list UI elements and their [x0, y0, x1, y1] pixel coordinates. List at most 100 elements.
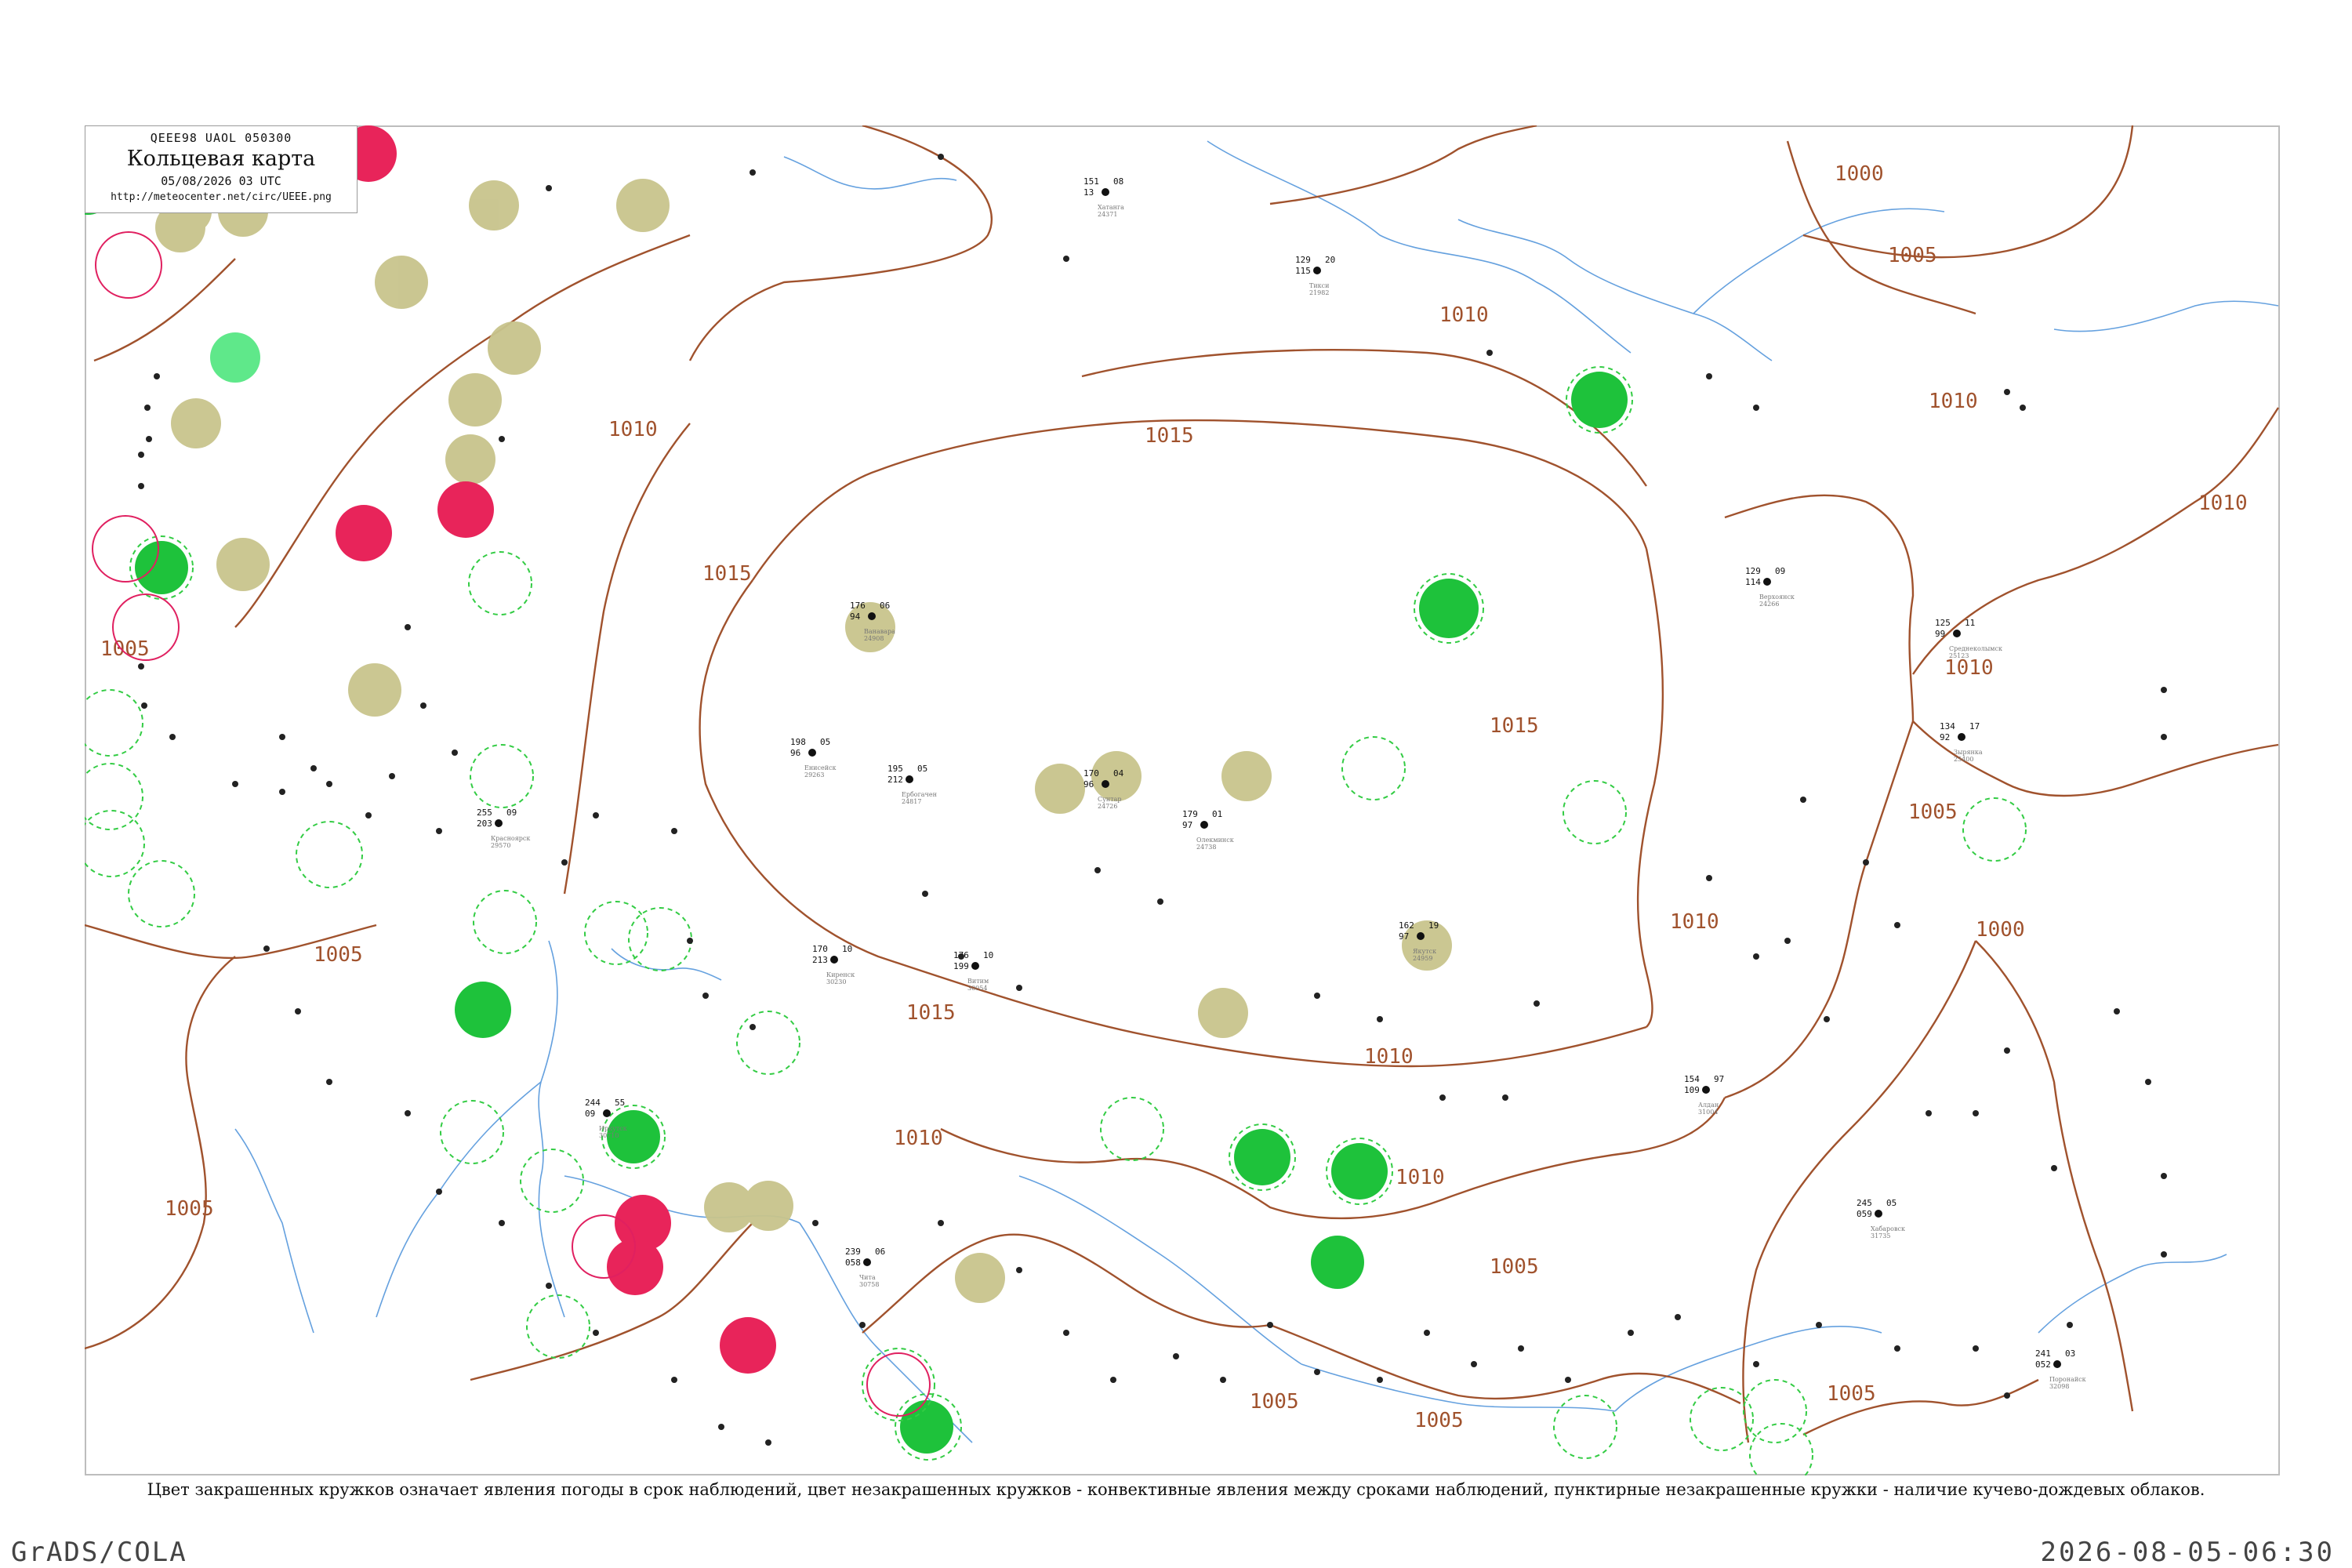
station-dot [1471, 1361, 1477, 1367]
station-id: 24908 [864, 635, 884, 642]
isobar-label: 1010 [1364, 1045, 1414, 1069]
station-id: 24726 [1098, 803, 1117, 810]
station-dot [671, 828, 677, 834]
station-dot [1094, 867, 1101, 873]
station-dot [2161, 1173, 2167, 1179]
station-dot [1518, 1345, 1524, 1352]
isobar-label: 1005 [1888, 244, 1937, 267]
station-dot [1894, 1345, 1900, 1352]
station-temperature: 058 [845, 1258, 861, 1268]
station-dot [971, 962, 979, 970]
station-pressure: 129 [1295, 255, 1311, 265]
station-id: 30230 [826, 978, 846, 985]
shower-markers [210, 332, 260, 383]
map-title-box: QEEE98 UAOL 050300 Кольцевая карта 05/08… [85, 125, 358, 213]
render-timestamp: 2026-08-05-06:30 [2040, 1537, 2335, 1568]
station-dot [1102, 780, 1109, 788]
station-pressure: 125 [1935, 618, 1951, 628]
station-dot [938, 1220, 944, 1226]
station-dewpoint: 20 [1325, 255, 1335, 265]
station-name: Алдан [1698, 1102, 1719, 1109]
station-dot [1534, 1000, 1540, 1007]
station-temperature: 96 [790, 748, 800, 758]
station-dot [1675, 1314, 1681, 1320]
station-dot [310, 765, 317, 771]
station-dot [671, 1377, 677, 1383]
station-dewpoint: 03 [2065, 1348, 2075, 1359]
station-dot [868, 612, 876, 620]
station-dot [1173, 1353, 1179, 1359]
station-pressure: 154 [1684, 1074, 1700, 1084]
station-name: Киренск [826, 971, 855, 978]
station-dot [812, 1220, 818, 1226]
station-dot [389, 773, 395, 779]
station-dewpoint: 05 [1886, 1198, 1896, 1208]
station-dot [958, 953, 964, 960]
station-id: 25123 [1949, 652, 1969, 659]
station-id: 24738 [1196, 844, 1216, 851]
station-dot [1267, 1322, 1273, 1328]
station-pressure: 134 [1940, 721, 1955, 731]
station-dot [138, 452, 144, 458]
station-pressure: 176 [850, 601, 866, 611]
station-dot [1926, 1110, 1932, 1116]
station-name: Хатанга [1098, 204, 1124, 211]
station-temperature: 99 [1935, 629, 1945, 639]
producer-label: GrADS/COLA [11, 1537, 187, 1568]
station-dot [546, 185, 552, 191]
station-dot [169, 734, 176, 740]
station-dot [1973, 1110, 1979, 1116]
station-dot [1706, 875, 1712, 881]
station-dewpoint: 08 [1113, 176, 1123, 187]
station-id: 21982 [1309, 289, 1329, 296]
station-dot [1973, 1345, 1979, 1352]
station-id: 29570 [491, 842, 510, 849]
station-dot [1063, 1330, 1069, 1336]
map-source-url[interactable]: http://meteocenter.net/circ/UEEE.png [85, 191, 357, 203]
station-dot [1110, 1377, 1116, 1383]
station-id: 30054 [967, 985, 987, 992]
station-name: Зырянка [1954, 749, 1983, 756]
station-dot [326, 1079, 332, 1085]
station-temperature: 92 [1940, 732, 1950, 742]
isobar-label: 1005 [165, 1197, 214, 1221]
station-dot [1763, 578, 1771, 586]
station-dot [1377, 1377, 1383, 1383]
station-dot [1800, 797, 1806, 803]
station-dot [1377, 1016, 1383, 1022]
station-dewpoint: 97 [1714, 1074, 1724, 1084]
station-temperature: 97 [1399, 931, 1409, 942]
isobar-label: 1015 [1145, 424, 1194, 448]
station-dot [295, 1008, 301, 1014]
station-dot [561, 859, 568, 866]
station-dot [146, 436, 152, 442]
station-pressure: 255 [477, 808, 492, 818]
station-dot [144, 405, 151, 411]
station-dot [279, 789, 285, 795]
station-id: 31735 [1871, 1232, 1890, 1240]
station-dewpoint: 05 [917, 764, 927, 774]
station-name: Якутск [1413, 948, 1436, 955]
station-dot [1894, 922, 1900, 928]
station-dewpoint: 10 [983, 950, 993, 960]
station-plot: 129114 09 Верхоянск24266 [1745, 566, 1795, 608]
station-dot [365, 812, 372, 818]
station-id: 24817 [902, 798, 921, 805]
station-name: Витим [967, 978, 989, 985]
bulletin-codes: QEEE98 UAOL 050300 [150, 131, 292, 145]
station-id: 30710 [599, 1132, 619, 1139]
isobar-labels: 1000 1005 1010 1010 1010 1010 1015 1015 … [100, 162, 2248, 1432]
station-pressure: 198 [790, 737, 806, 747]
station-dot [808, 749, 816, 757]
station-name: Олекминск [1196, 837, 1234, 844]
station-name: Хабаровск [1871, 1225, 1905, 1232]
isobar-label: 1010 [1439, 303, 1489, 327]
station-temperature: 199 [953, 961, 969, 971]
station-temperature: 213 [812, 955, 828, 965]
map-caption: Цвет закрашенных кружков означает явлени… [147, 1480, 2205, 1499]
convective-rings [92, 231, 935, 1421]
station-dot [1753, 405, 1759, 411]
isobar-label: 1010 [1396, 1166, 1445, 1189]
station-dot [1200, 821, 1208, 829]
station-dewpoint: 17 [1969, 721, 1980, 731]
